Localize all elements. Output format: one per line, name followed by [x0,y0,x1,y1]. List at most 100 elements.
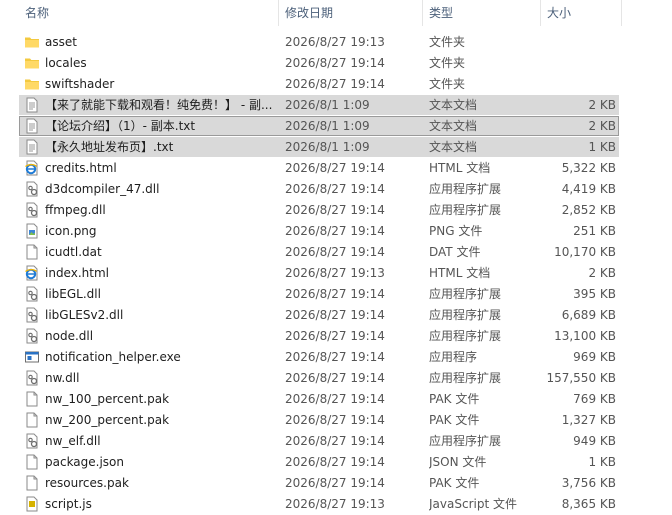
file-type: 应用程序扩展 [429,203,502,217]
file-row[interactable]: locales 2026/8/27 19:14 文件夹 [19,53,619,73]
file-row[interactable]: index.html 2026/8/27 19:13 HTML 文档 2 KB [19,263,619,283]
file-row[interactable]: nw_elf.dll 2026/8/27 19:14 应用程序扩展 949 KB [19,431,619,451]
file-date: 2026/8/27 19:14 [285,455,385,469]
file-type: 应用程序扩展 [429,287,502,301]
file-size: 157,550 KB [546,371,616,385]
file-date: 2026/8/27 19:14 [285,329,385,343]
file-date: 2026/8/27 19:14 [285,245,385,259]
file-date: 2026/8/27 19:14 [285,476,385,490]
file-row[interactable]: nw.dll 2026/8/27 19:14 应用程序扩展 157,550 KB [19,368,619,388]
file-name: package.json [45,455,125,469]
file-name: 【论坛介绍】（1）- 副本.txt [45,119,196,133]
text-file-icon [24,97,40,113]
file-size: 2 KB [588,98,616,112]
file-size: 969 KB [573,350,616,364]
file-size: 395 KB [573,287,616,301]
file-name: 【永久地址发布页】.txt [45,140,174,154]
file-name: notification_helper.exe [45,350,181,364]
file-size: 6,689 KB [561,308,616,322]
file-row[interactable]: asset 2026/8/27 19:13 文件夹 [19,32,619,52]
text-file-icon [24,118,40,134]
folder-icon [24,76,40,92]
file-date: 2026/8/1 1:09 [285,119,370,133]
file-size [541,32,616,52]
file-name: icon.png [45,224,97,238]
file-date: 2026/8/27 19:14 [285,77,385,91]
generic-file-icon [24,391,40,407]
file-type: PNG 文件 [429,224,483,238]
file-name: nw_200_percent.pak [45,413,170,427]
file-date: 2026/8/27 19:14 [285,371,385,385]
file-name: 【来了就能下载和观看！纯免费！】 - 副... [45,98,273,112]
file-type: PAK 文件 [429,476,480,490]
file-row[interactable]: resources.pak 2026/8/27 19:14 PAK 文件 3,756 … [19,473,619,493]
file-size [541,74,616,94]
file-size: 769 KB [573,392,616,406]
file-row[interactable]: swiftshader 2026/8/27 19:14 文件夹 [19,74,619,94]
file-type: 应用程序扩展 [429,434,502,448]
file-name: node.dll [45,329,94,343]
file-name: libEGL.dll [45,287,101,301]
file-name: icudtl.dat [45,245,102,259]
file-type: 文件夹 [429,56,466,70]
dll-file-icon [24,370,40,386]
dll-file-icon [24,433,40,449]
file-size [541,53,616,73]
folder-icon [24,55,40,71]
file-date: 2026/8/27 19:13 [285,497,385,511]
file-row[interactable]: libEGL.dll 2026/8/27 19:14 应用程序扩展 395 KB [19,284,619,304]
file-size: 251 KB [573,224,616,238]
file-size: 1 KB [588,455,616,469]
dll-file-icon [24,202,40,218]
file-type: 应用程序扩展 [429,308,502,322]
file-type: HTML 文档 [429,266,491,280]
file-row[interactable]: libGLESv2.dll 2026/8/27 19:14 应用程序扩展 6,689 … [19,305,619,325]
file-row[interactable]: d3dcompiler_47.dll 2026/8/27 19:14 应用程序扩展 4… [19,179,619,199]
file-name: swiftshader [45,77,115,91]
file-name: locales [45,56,87,70]
file-row[interactable]: ffmpeg.dll 2026/8/27 19:14 应用程序扩展 2,852 KB [19,200,619,220]
column-header-type[interactable]: 类型 [423,0,540,26]
file-type: JavaScript 文件 [429,497,517,511]
file-row[interactable]: icudtl.dat 2026/8/27 19:14 DAT 文件 10,170 KB [19,242,619,262]
html-file-icon [24,265,40,281]
file-date: 2026/8/27 19:14 [285,224,385,238]
file-row[interactable]: 【来了就能下载和观看！纯免费！】 - 副... 2026/8/1 1:09 文本文档… [19,95,619,115]
file-size: 949 KB [573,434,616,448]
file-row[interactable]: nw_200_percent.pak 2026/8/27 19:14 PAK 文件 1… [19,410,619,430]
file-row[interactable]: node.dll 2026/8/27 19:14 应用程序扩展 13,100 KB [19,326,619,346]
file-name: libGLESv2.dll [45,308,124,322]
file-size: 2,852 KB [561,203,616,217]
file-date: 2026/8/27 19:14 [285,434,385,448]
file-name: d3dcompiler_47.dll [45,182,160,196]
file-date: 2026/8/27 19:14 [285,182,385,196]
js-file-icon [24,496,40,512]
file-row[interactable]: nw_100_percent.pak 2026/8/27 19:14 PAK 文件 7… [19,389,619,409]
file-size: 13,100 KB [554,329,616,343]
file-type: 应用程序 [429,350,478,364]
column-header-name[interactable]: 名称 [19,0,278,26]
file-size: 10,170 KB [554,245,616,259]
file-size: 4,419 KB [561,182,616,196]
file-row[interactable]: package.json 2026/8/27 19:14 JSON 文件 1 KB [19,452,619,472]
file-type: PAK 文件 [429,392,480,406]
file-row[interactable]: credits.html 2026/8/27 19:14 HTML 文档 5,322 … [19,158,619,178]
file-name: nw.dll [45,371,80,385]
dll-file-icon [24,328,40,344]
file-name: asset [45,35,77,49]
file-name: nw_elf.dll [45,434,101,448]
file-row[interactable]: 【论坛介绍】（1）- 副本.txt 2026/8/1 1:09 文本文档 2 KB [19,116,619,136]
file-date: 2026/8/27 19:14 [285,413,385,427]
file-type: 应用程序扩展 [429,371,502,385]
file-type: 文本文档 [429,119,478,133]
column-header-bar: ^ 名称 修改日期 类型 大小 [0,0,672,26]
column-header-size[interactable]: 大小 [541,0,621,26]
column-divider[interactable] [621,0,622,26]
file-row[interactable]: script.js 2026/8/27 19:13 JavaScript 文件 8,3… [19,494,619,514]
file-row[interactable]: icon.png 2026/8/27 19:14 PNG 文件 251 KB [19,221,619,241]
file-row[interactable]: 【永久地址发布页】.txt 2026/8/1 1:09 文本文档 1 KB [19,137,619,157]
file-size: 1,327 KB [561,413,616,427]
file-type: 文本文档 [429,140,478,154]
column-header-date[interactable]: 修改日期 [279,0,422,26]
file-row[interactable]: notification_helper.exe 2026/8/27 19:14 应用… [19,347,619,367]
